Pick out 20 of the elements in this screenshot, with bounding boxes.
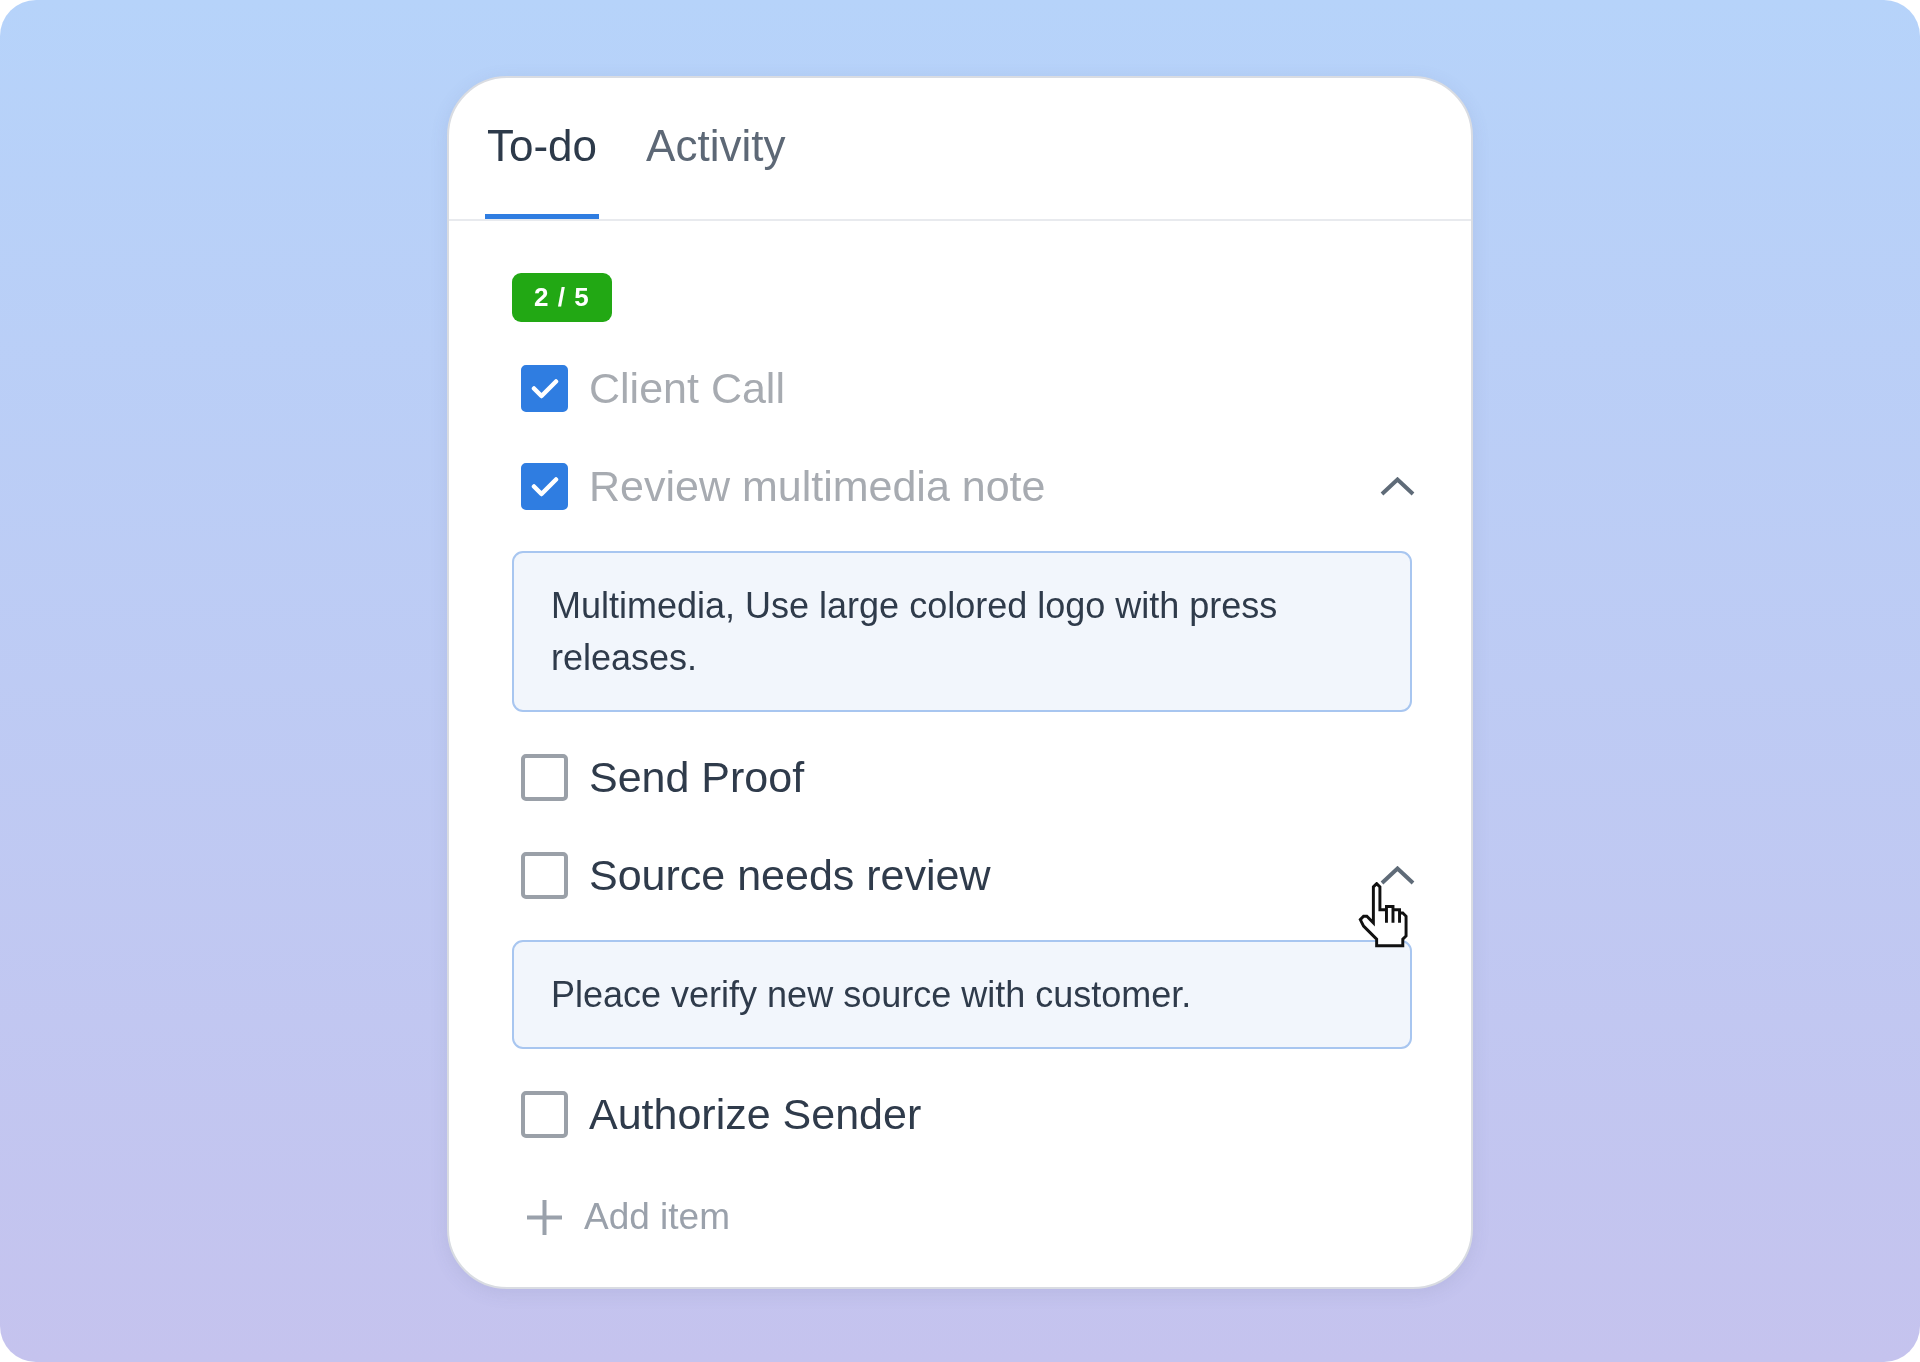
task-label: Authorize Sender <box>589 1089 922 1139</box>
chevron-up-icon[interactable] <box>1380 476 1415 496</box>
checkbox[interactable] <box>521 462 568 510</box>
tab[interactable]: To-do <box>485 120 600 219</box>
checkbox[interactable] <box>521 364 568 412</box>
checkbox[interactable] <box>521 753 568 801</box>
note-panel: Multimedia, Use large colored logo with press releases. <box>512 551 1412 712</box>
note-panel: Pleace verify new source with customer. <box>512 940 1412 1049</box>
checkmark-icon <box>530 377 559 399</box>
task-label: Source needs review <box>589 850 991 900</box>
checkbox[interactable] <box>521 1090 568 1138</box>
tab[interactable]: Activity <box>644 120 788 219</box>
checkbox[interactable] <box>521 851 568 899</box>
progress-badge: 2 / 5 <box>512 273 612 322</box>
task-label: Send Proof <box>589 752 805 802</box>
plus-icon <box>527 1199 562 1235</box>
task-label: Client Call <box>589 363 785 413</box>
task-label: Review multimedia note <box>589 461 1046 511</box>
chevron-up-icon[interactable] <box>1380 865 1415 885</box>
checkmark-icon <box>530 475 559 497</box>
